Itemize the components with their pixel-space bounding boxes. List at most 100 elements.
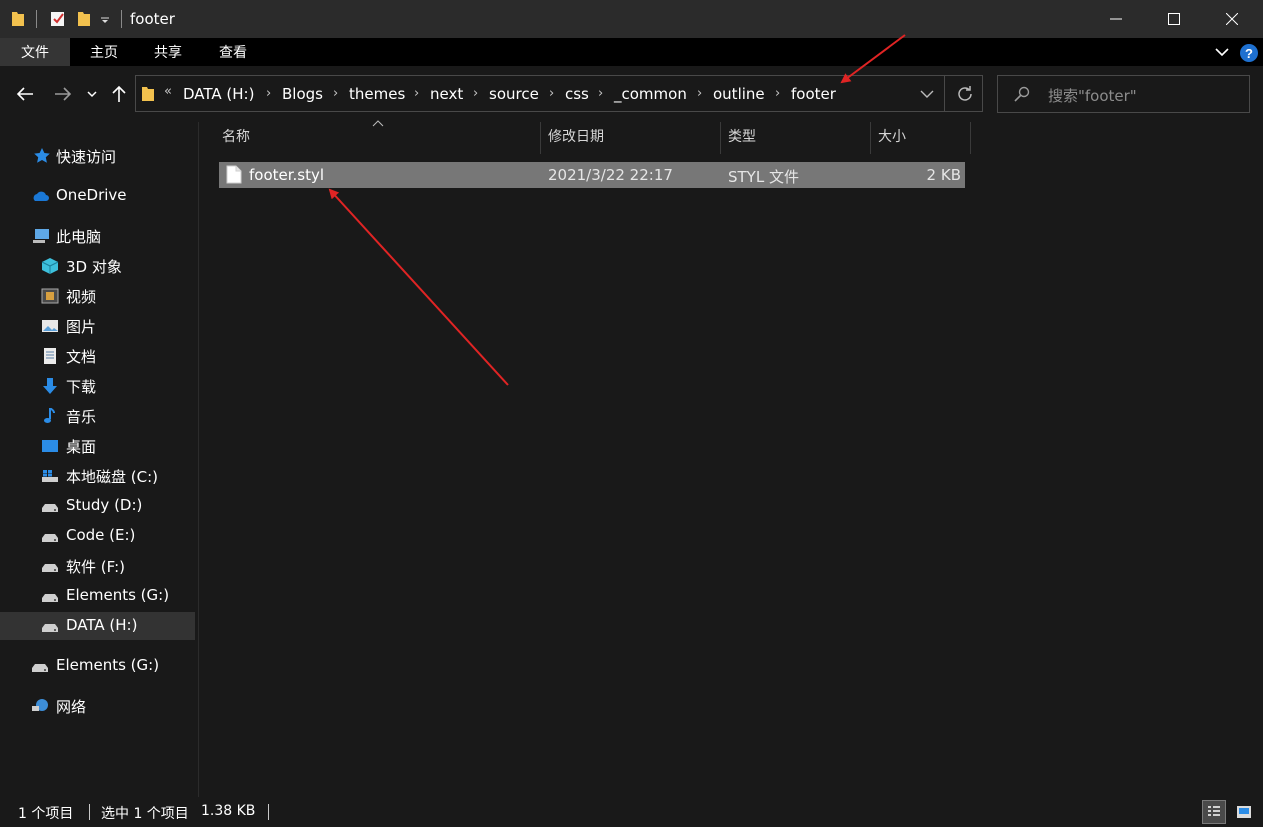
sidebar-item-3d-objects[interactable]: 3D 对象 [0,252,195,280]
sidebar-item-label: Code (E:) [66,526,136,544]
sidebar-item-label: OneDrive [56,186,127,204]
sidebar-item-this-pc[interactable]: 此电脑 [0,222,195,250]
column-header-size[interactable]: 大小 [878,126,906,146]
sidebar-item-music[interactable]: 音乐 [0,402,195,430]
chevron-right-icon[interactable]: › [473,86,478,101]
drive-icon [42,594,58,602]
tab-file[interactable]: 文件 [0,38,70,66]
sidebar-item-drive-d[interactable]: Study (D:) [0,492,195,520]
chevron-right-icon[interactable]: › [414,86,419,101]
folder-icon [12,12,24,26]
sidebar-item-label: 桌面 [66,438,97,456]
chevron-right-icon[interactable]: › [266,86,271,101]
details-view-icon [1208,806,1220,816]
help-icon[interactable]: ? [1239,43,1259,63]
breadcrumb-item[interactable]: outline [713,85,765,103]
cube-icon [41,258,59,274]
cloud-icon [33,191,49,201]
address-bar[interactable] [135,75,983,112]
chevron-down-icon[interactable] [920,89,934,99]
expand-ribbon-icon[interactable] [1214,45,1230,59]
back-button[interactable] [12,80,38,108]
large-icons-view-button[interactable] [1232,800,1256,824]
video-icon [41,288,59,304]
sidebar-item-drive-g[interactable]: Elements (G:) [0,582,195,610]
sidebar-item-label: 音乐 [66,408,97,426]
breadcrumb-item[interactable]: css [565,85,589,103]
breadcrumb-item[interactable]: DATA (H:) [183,85,254,103]
search-icon [1014,86,1030,102]
sidebar-item-onedrive[interactable]: OneDrive [0,182,195,210]
file-modified: 2021/3/22 22:17 [548,166,673,184]
arrow-right-icon [55,87,72,101]
close-button[interactable] [1203,0,1261,38]
sidebar-item-label: 下载 [66,378,97,396]
breadcrumb-item[interactable]: source [489,85,539,103]
divider [89,804,90,820]
chevron-right-icon[interactable]: › [775,86,780,101]
arrow-up-icon [112,85,126,102]
desktop-icon [42,440,58,452]
minimize-button[interactable] [1087,0,1145,38]
up-button[interactable] [106,80,132,108]
drive-icon [42,624,58,632]
windows-drive-icon [42,470,58,482]
sidebar-item-pictures[interactable]: 图片 [0,312,195,340]
column-divider[interactable] [720,122,721,154]
breadcrumb-item[interactable]: _common [614,85,687,103]
sidebar-item-downloads[interactable]: 下载 [0,372,195,400]
refresh-icon[interactable] [956,85,974,103]
forward-button[interactable] [50,80,76,108]
column-divider[interactable] [970,122,971,154]
tab-view[interactable]: 查看 [201,38,265,66]
tab-home[interactable]: 主页 [72,38,136,66]
chevron-right-icon[interactable]: › [333,86,338,101]
breadcrumb-item[interactable]: next [430,85,463,103]
sidebar-item-quick-access[interactable]: 快速访问 [0,142,195,170]
new-folder-icon[interactable] [76,10,92,27]
network-icon [32,699,48,711]
title-bar [0,0,1263,38]
customize-dropdown-icon[interactable] [100,15,110,25]
breadcrumb-overflow[interactable]: « [164,84,172,99]
sidebar-item-label: DATA (H:) [66,616,138,634]
column-divider[interactable] [870,122,871,154]
sidebar-item-videos[interactable]: 视频 [0,282,195,310]
sidebar-item-label: 快速访问 [56,148,117,166]
chevron-right-icon[interactable]: › [598,86,603,101]
maximize-icon [1168,13,1180,25]
sidebar-item-label: 文档 [66,348,97,366]
sidebar-item-documents[interactable]: 文档 [0,342,195,370]
file-name[interactable]: footer.styl [249,166,324,184]
chevron-right-icon[interactable]: › [697,86,702,101]
column-divider[interactable] [540,122,541,154]
sidebar-item-drive-f[interactable]: 软件 (F:) [0,552,195,580]
chevron-right-icon[interactable]: › [549,86,554,101]
tab-share[interactable]: 共享 [136,38,200,66]
maximize-button[interactable] [1145,0,1203,38]
sidebar-item-drive-c[interactable]: 本地磁盘 (C:) [0,462,195,490]
sidebar-item-label: Elements (G:) [56,656,160,674]
minimize-icon [1110,18,1122,20]
chevron-down-icon [87,91,97,98]
sidebar-item-label: 3D 对象 [66,258,122,276]
column-header-type[interactable]: 类型 [728,126,756,146]
breadcrumb-item-current[interactable]: footer [791,85,836,103]
sidebar-item-label: Study (D:) [66,496,143,514]
details-view-button[interactable] [1202,800,1226,824]
column-header-name[interactable]: 名称 [222,126,250,146]
column-header-modified[interactable]: 修改日期 [548,126,604,146]
sidebar-item-elements-external[interactable]: Elements (G:) [0,652,195,680]
sidebar-item-network[interactable]: 网络 [0,692,195,720]
sidebar-item-desktop[interactable]: 桌面 [0,432,195,460]
sidebar-item-drive-e[interactable]: Code (E:) [0,522,195,550]
divider [121,10,122,28]
sidebar-item-label: 网络 [56,698,87,716]
download-icon [43,378,57,394]
breadcrumb-item[interactable]: themes [349,85,405,103]
properties-icon[interactable] [50,10,66,27]
file-type: STYL 文件 [728,168,799,186]
recent-locations-button[interactable] [82,80,102,108]
breadcrumb-item[interactable]: Blogs [282,85,323,103]
sidebar-item-drive-h[interactable]: DATA (H:) [0,612,195,640]
